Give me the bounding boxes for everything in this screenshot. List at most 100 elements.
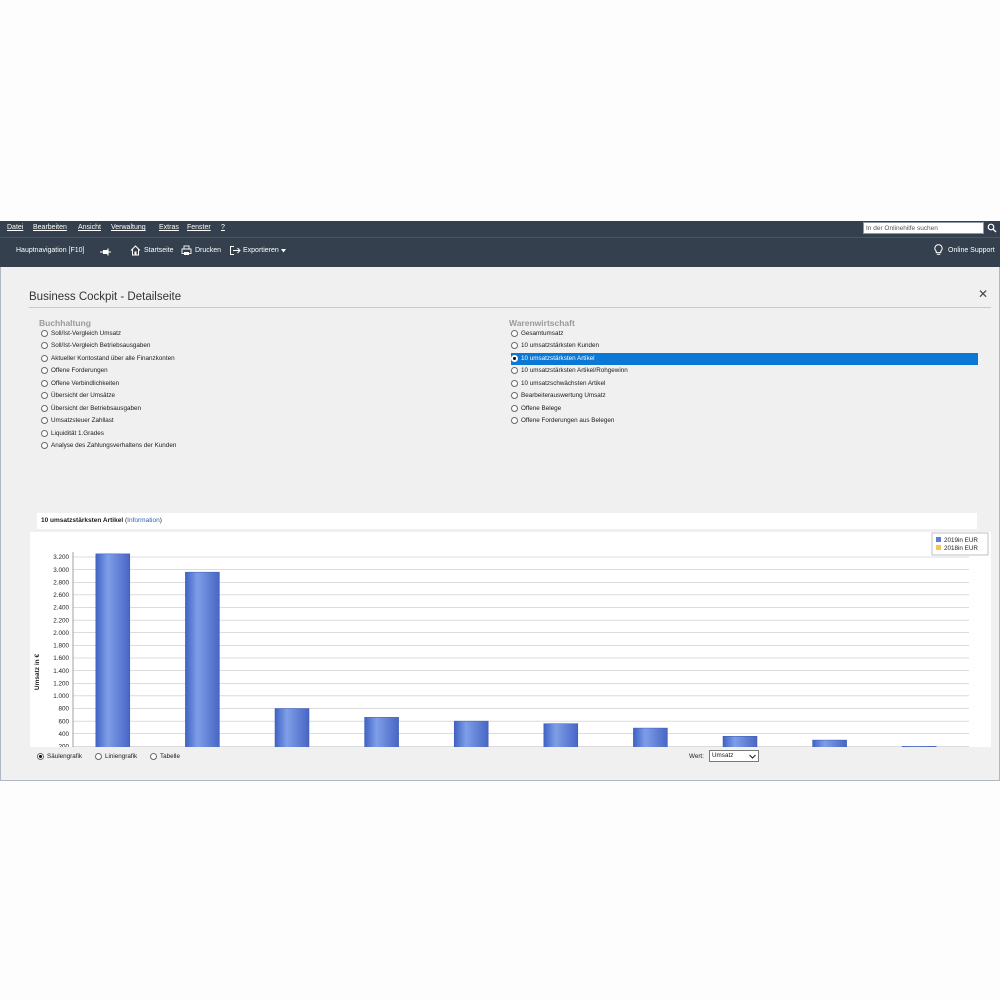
buchhaltung-option-label: Liquidität 1.Grades <box>51 429 104 437</box>
y-tick-label: 200 <box>58 744 69 747</box>
lightbulb-icon[interactable] <box>934 244 943 256</box>
bar-2019[interactable] <box>722 736 758 747</box>
menu-ansicht[interactable]: Ansicht <box>78 224 101 231</box>
umsatz-bar-chart: 02004006008001.0001.2001.4001.6001.8002.… <box>34 532 989 748</box>
warenwirtschaft-radio[interactable] <box>511 404 518 412</box>
menu-verwaltung[interactable]: Verwaltung <box>111 224 146 231</box>
warenwirtschaft-heading: Warenwirtschaft <box>509 318 575 328</box>
warenwirtschaft-radio[interactable] <box>511 367 518 375</box>
help-search-input[interactable] <box>863 222 984 234</box>
bar-2019[interactable] <box>185 571 220 747</box>
menu-fenster[interactable]: Fenster <box>187 224 211 231</box>
buchhaltung-option-label: Analyse des Zahlungsverhaltens der Kunde… <box>51 442 177 450</box>
bar-2019[interactable] <box>274 708 310 748</box>
warenwirtschaft-option-label: Gesamtumsatz <box>521 330 564 337</box>
bar-2019[interactable] <box>633 727 668 747</box>
buchhaltung-option-label: Umsatzsteuer Zahllast <box>51 417 114 425</box>
menu-help[interactable]: ? <box>221 224 225 231</box>
search-icon[interactable] <box>987 223 997 233</box>
warenwirtschaft-option-label: 10 umsatzstärksten Artikel/Rohgewinn <box>521 367 628 375</box>
bar-2019[interactable] <box>812 739 847 747</box>
y-tick-label: 3.200 <box>53 554 69 561</box>
warenwirtschaft-option-label: Offene Forderungen aus Belegen <box>521 417 615 425</box>
buchhaltung-heading: Buchhaltung <box>39 318 91 328</box>
wert-select[interactable]: Umsatz <box>709 750 759 762</box>
legend-swatch <box>936 545 941 550</box>
warenwirtschaft-radio[interactable] <box>511 330 518 337</box>
warenwirtschaft-option-label: Bearbeiterauswertung Umsatz <box>521 392 606 400</box>
view-liniengrafik-label: Liniengrafik <box>105 753 138 760</box>
radio-saeulengrafik[interactable] <box>37 753 44 760</box>
chevron-down-icon[interactable] <box>749 753 756 760</box>
radio-tabelle[interactable] <box>150 753 157 760</box>
detail-pane: Business Cockpit - Detailseite ✕ Buchhal… <box>0 267 1000 781</box>
buchhaltung-option-label: Soll/Ist-Vergleich Umsatz <box>51 330 121 337</box>
chevron-down-icon[interactable] <box>281 249 286 253</box>
view-saeulengrafik-label: Säulengrafik <box>47 753 83 760</box>
bar-2019[interactable] <box>95 553 131 747</box>
chart-legend: 2019in EUR2018in EUR <box>931 532 989 556</box>
warenwirtschaft-option[interactable]: 10 umsatzstärksten Artikel <box>511 352 978 365</box>
buchhaltung-radio[interactable] <box>41 330 48 337</box>
home-button[interactable]: Startseite <box>144 247 174 254</box>
legend-label: 2019in EUR <box>944 537 978 544</box>
y-tick-label: 1.800 <box>53 643 69 650</box>
buchhaltung-radio[interactable] <box>41 354 48 362</box>
buchhaltung-radio[interactable] <box>41 429 48 437</box>
warenwirtschaft-radio[interactable] <box>511 379 518 387</box>
buchhaltung-radio[interactable] <box>41 404 48 412</box>
app-window: Datei Bearbeiten Ansicht Verwaltung Extr… <box>0 221 1000 781</box>
y-axis-title: Umsatz in € <box>34 654 41 691</box>
y-tick-label: 2.600 <box>53 592 69 599</box>
buchhaltung-option-label: Übersicht der Umsätze <box>51 392 116 400</box>
page-title: Business Cockpit - Detailseite <box>29 291 182 303</box>
warenwirtschaft-option-label: Offene Belege <box>521 404 562 412</box>
print-icon[interactable] <box>181 245 192 256</box>
bar-2019[interactable] <box>453 720 489 747</box>
y-tick-label: 1.200 <box>53 680 69 687</box>
bar-2019[interactable] <box>543 723 579 747</box>
y-tick-label: 400 <box>58 731 69 738</box>
y-tick-label: 600 <box>58 718 69 725</box>
menu-extras[interactable]: Extras <box>159 224 179 231</box>
home-icon[interactable] <box>130 245 141 256</box>
online-support-button[interactable]: Online Support <box>948 247 995 254</box>
warenwirtschaft-radio[interactable] <box>511 417 518 425</box>
bar-2019[interactable] <box>901 746 937 747</box>
y-tick-label: 2.400 <box>53 605 69 612</box>
warenwirtschaft-option-label: 10 umsatzschwächsten Artikel <box>521 379 606 387</box>
pin-icon[interactable] <box>100 248 111 256</box>
warenwirtschaft-radio[interactable] <box>511 354 518 362</box>
radio-liniengrafik[interactable] <box>95 753 102 760</box>
warenwirtschaft-option-label: 10 umsatzstärksten Artikel <box>521 354 595 362</box>
buchhaltung-option-label: Soll/Ist-Vergleich Betriebsausgaben <box>51 342 151 350</box>
toolbar: Hauptnavigation [F10] Startseite Drucken… <box>0 237 1000 267</box>
warenwirtschaft-option-label: 10 umsatzstärksten Kunden <box>521 342 600 350</box>
menu-datei[interactable]: Datei <box>7 224 23 231</box>
export-button[interactable]: Exportieren <box>243 247 279 254</box>
buchhaltung-radio[interactable] <box>41 417 48 425</box>
chart-header: 10 umsatzstärksten Artikel (Information) <box>37 513 977 529</box>
close-icon[interactable]: ✕ <box>978 287 988 301</box>
legend-label: 2018in EUR <box>944 545 978 552</box>
wert-value: Umsatz <box>712 752 734 759</box>
y-tick-label: 1.000 <box>53 693 69 700</box>
buchhaltung-option-label: Offene Forderungen <box>51 367 108 375</box>
print-button[interactable]: Drucken <box>195 247 221 254</box>
buchhaltung-radio[interactable] <box>41 367 48 375</box>
information-link[interactable]: Information <box>127 517 160 524</box>
buchhaltung-radio[interactable] <box>41 442 48 450</box>
menu-bearbeiten[interactable]: Bearbeiten <box>33 224 67 231</box>
navigation-button[interactable]: Hauptnavigation [F10] <box>16 247 85 254</box>
buchhaltung-radio[interactable] <box>41 379 48 387</box>
chart-info: (Information) <box>125 517 162 524</box>
export-icon[interactable] <box>229 245 241 256</box>
buchhaltung-option-label: Offene Verbindlichkeiten <box>51 379 120 387</box>
bar-2019[interactable] <box>364 717 399 747</box>
buchhaltung-option-label: Aktueller Kontostand über alle Finanzkon… <box>51 354 175 362</box>
warenwirtschaft-radio[interactable] <box>511 392 518 400</box>
warenwirtschaft-radio[interactable] <box>511 342 518 350</box>
y-tick-label: 3.000 <box>53 567 69 574</box>
buchhaltung-radio[interactable] <box>41 392 48 400</box>
buchhaltung-radio[interactable] <box>41 342 48 350</box>
